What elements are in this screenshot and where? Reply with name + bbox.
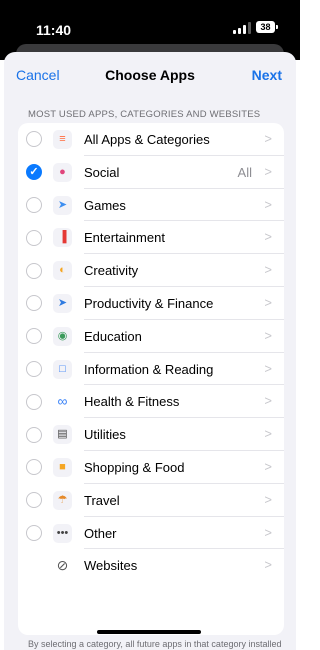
radio-button[interactable] <box>26 459 42 476</box>
category-row[interactable]: □ Information & Reading > <box>18 353 284 386</box>
category-label: Other <box>84 525 117 541</box>
category-label: Health & Fitness <box>84 394 180 410</box>
checkmark-icon[interactable]: ✓ <box>26 164 42 181</box>
chevron-right-icon: > <box>264 196 272 212</box>
navigation-bar: Cancel Choose Apps Next <box>4 52 296 96</box>
category-row[interactable]: ▤ Utilities > <box>18 418 284 451</box>
category-row[interactable]: ■ Shopping & Food > <box>18 451 284 484</box>
radio-button[interactable] <box>26 328 42 345</box>
popcorn-icon: ▐ <box>53 228 72 248</box>
globe-icon: ◉ <box>53 326 72 346</box>
battery-icon: 38 <box>256 21 278 33</box>
chevron-right-icon: > <box>264 491 272 507</box>
category-label: Utilities <box>84 427 126 443</box>
shopping-bag-icon: ■ <box>53 457 72 477</box>
category-label: Travel <box>84 492 120 508</box>
category-row[interactable]: ☂ Travel > <box>18 484 284 517</box>
category-row[interactable]: ••• Other > <box>18 517 284 550</box>
radio-button[interactable] <box>26 295 42 312</box>
chevron-right-icon: > <box>264 131 272 146</box>
category-row[interactable]: ◉ Education > <box>18 320 284 353</box>
rocket-icon: ➤ <box>53 195 72 215</box>
category-row[interactable]: ◐ Creativity > <box>18 254 284 287</box>
radio-button[interactable] <box>26 360 42 377</box>
category-row[interactable]: ≡ All Apps & Categories > <box>18 123 284 156</box>
calculator-icon: ▤ <box>53 425 72 445</box>
footer-note: By selecting a category, all future apps… <box>28 639 282 649</box>
chevron-right-icon: > <box>264 524 272 540</box>
category-label: All Apps & Categories <box>84 132 210 147</box>
beach-umbrella-icon: ☂ <box>53 490 72 510</box>
chevron-right-icon: > <box>264 458 272 474</box>
chevron-right-icon: > <box>264 393 272 409</box>
chevron-right-icon: > <box>264 426 272 442</box>
radio-button[interactable] <box>26 262 42 279</box>
chevron-right-icon: > <box>264 163 272 179</box>
paper-plane-icon: ➤ <box>53 293 72 313</box>
category-label: Social <box>84 164 120 180</box>
chevron-right-icon: > <box>264 360 272 376</box>
compass-icon: ⊘ <box>56 557 69 574</box>
category-row[interactable]: ➤ Productivity & Finance > <box>18 287 284 320</box>
category-row[interactable]: ∞ Health & Fitness > <box>18 385 284 419</box>
bicycle-icon: ∞ <box>53 392 72 412</box>
radio-button[interactable] <box>26 524 42 541</box>
ellipsis-icon: ••• <box>53 523 72 543</box>
radio-button[interactable] <box>26 131 42 148</box>
chevron-right-icon: > <box>264 294 272 310</box>
category-label: Creativity <box>84 263 139 279</box>
category-label: Websites <box>84 558 138 574</box>
category-label: Entertainment <box>84 230 165 246</box>
category-label: Games <box>84 197 126 213</box>
status-time: 11:40 <box>36 22 72 38</box>
chevron-right-icon: > <box>264 262 272 278</box>
category-row[interactable]: ▐ Entertainment > <box>18 221 284 255</box>
chevron-right-icon: > <box>264 557 272 573</box>
category-row[interactable]: ✓ ● Social All > <box>18 156 284 189</box>
chevron-right-icon: > <box>264 229 272 245</box>
chevron-right-icon: > <box>264 327 272 343</box>
radio-button[interactable] <box>26 492 42 509</box>
section-header: MOST USED APPS, CATEGORIES AND WEBSITES <box>28 109 261 120</box>
radio-button[interactable] <box>26 229 42 246</box>
category-list: ≡ All Apps & Categories > ✓ ● Social All > ➤ Game… <box>18 123 284 635</box>
book-icon: □ <box>53 359 72 379</box>
category-label: Shopping & Food <box>84 459 185 475</box>
cellular-signal-icon <box>233 22 253 34</box>
next-button[interactable]: Next <box>252 67 282 83</box>
radio-button[interactable] <box>26 426 42 443</box>
radio-button[interactable] <box>26 393 42 410</box>
social-bubble-icon: ● <box>53 162 72 182</box>
category-label: Education <box>84 328 142 344</box>
category-row[interactable]: ⊘ Websites > <box>18 549 284 582</box>
palette-icon: ◐ <box>53 261 72 281</box>
choose-apps-sheet: Cancel Choose Apps Next MOST USED APPS, … <box>4 52 296 650</box>
category-value: All <box>237 164 252 180</box>
category-label: Information & Reading <box>84 361 214 377</box>
category-label: Productivity & Finance <box>84 295 214 311</box>
category-row[interactable]: ➤ Games > <box>18 189 284 222</box>
home-indicator[interactable] <box>97 630 201 634</box>
radio-button[interactable] <box>26 196 42 213</box>
stack-icon: ≡ <box>53 130 72 149</box>
